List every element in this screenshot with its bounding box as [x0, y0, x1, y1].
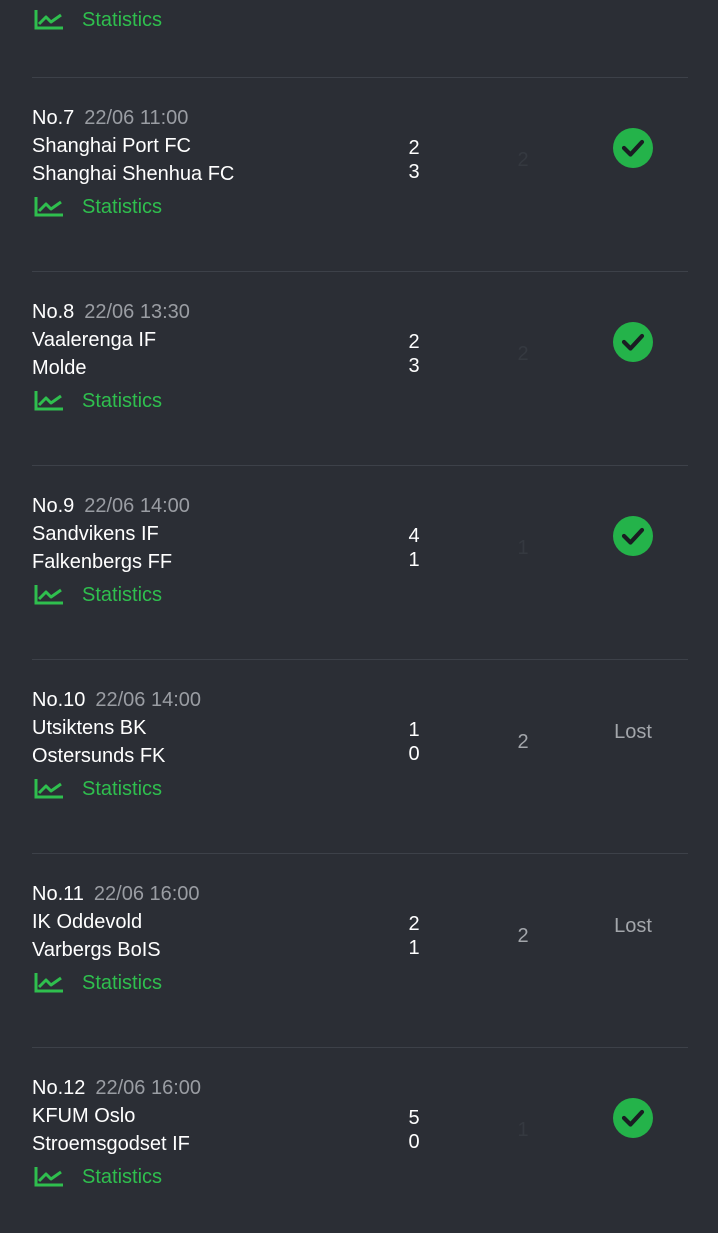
- away-team: Stroemsgodset IF: [32, 1133, 190, 1155]
- match-number: No.12: [32, 1077, 86, 1099]
- statistics-link[interactable]: Statistics: [33, 971, 162, 995]
- match-header: No.10 22/06 14:00: [32, 689, 201, 712]
- lost-label: Lost: [614, 915, 652, 937]
- chart-line-icon: [34, 1167, 63, 1187]
- home-team: Shanghai Port FC: [32, 135, 191, 157]
- statistics-label: Statistics: [82, 777, 163, 800]
- away-team: Falkenbergs FF: [32, 551, 173, 573]
- match-header: No.9 22/06 14:00: [32, 495, 190, 518]
- statistics-label: Statistics: [82, 583, 163, 606]
- statistics-link[interactable]: Statistics: [33, 195, 162, 219]
- pick-value: 2: [517, 343, 529, 365]
- away-team: Molde: [32, 357, 87, 379]
- statistics-link[interactable]: Statistics: [33, 8, 162, 32]
- result-indicator: [593, 516, 673, 556]
- match-time: 22/06 13:30: [84, 301, 190, 323]
- statistics-link[interactable]: Statistics: [33, 1165, 162, 1189]
- away-team: Ostersunds FK: [32, 745, 166, 767]
- chart-line-icon: [34, 585, 63, 605]
- result-indicator: Lost: [593, 904, 673, 944]
- home-score: 2: [408, 137, 420, 159]
- home-team: Utsiktens BK: [32, 717, 147, 739]
- statistics-link[interactable]: Statistics: [33, 389, 162, 413]
- away-score: 3: [408, 355, 420, 377]
- away-team: Shanghai Shenhua FC: [32, 163, 235, 185]
- away-team: Varbergs BoIS: [32, 939, 161, 961]
- chart-line-icon: [34, 391, 63, 411]
- result-indicator: [593, 322, 673, 362]
- match-item[interactable]: No.11 22/06 16:00 IK Oddevold Varbergs BoIS…: [0, 854, 718, 1048]
- away-score: 1: [408, 937, 420, 959]
- lost-label: Lost: [614, 721, 652, 743]
- match-item[interactable]: No.7 22/06 11:00 Shanghai Port FC Shanghai …: [0, 78, 718, 272]
- statistics-link[interactable]: Statistics: [33, 777, 162, 801]
- match-item[interactable]: No.10 22/06 14:00 Utsiktens BK Ostersunds F…: [0, 660, 718, 854]
- home-team: IK Oddevold: [32, 911, 143, 933]
- match-time: 22/06 16:00: [93, 883, 200, 905]
- match-time: 22/06 14:00: [95, 689, 202, 711]
- home-team: Vaalerenga IF: [32, 329, 157, 351]
- match-item[interactable]: No.9 22/06 14:00 Sandvikens IF Falkenbergs …: [0, 466, 718, 660]
- pick-value: 2: [517, 925, 529, 947]
- match-header: No.11 22/06 16:00: [32, 883, 200, 906]
- match-number: No.7: [32, 107, 75, 129]
- match-number: No.8: [32, 301, 75, 323]
- pick-value: 1: [517, 1119, 529, 1141]
- check-circle-icon: [613, 322, 653, 362]
- pick-value: 2: [517, 731, 529, 753]
- check-circle-icon: [613, 1098, 653, 1138]
- match-time: 22/06 11:00: [84, 107, 189, 129]
- home-team: Sandvikens IF: [32, 523, 159, 545]
- statistics-label: Statistics: [82, 195, 163, 218]
- chart-line-icon: [34, 10, 63, 30]
- match-header: No.7 22/06 11:00: [32, 107, 188, 130]
- match-number: No.11: [32, 883, 84, 905]
- away-score: 0: [408, 1131, 420, 1153]
- home-team: KFUM Oslo: [32, 1105, 136, 1127]
- match-header: No.12 22/06 16:00: [32, 1077, 201, 1100]
- statistics-link[interactable]: Statistics: [33, 583, 162, 607]
- pick-value: 1: [517, 537, 529, 559]
- statistics-label: Statistics: [82, 8, 163, 31]
- result-indicator: [593, 1098, 673, 1138]
- statistics-label: Statistics: [82, 971, 163, 994]
- match-results-list: Statistics No.7 22/06 11:00 Shanghai Port …: [0, 0, 718, 1233]
- home-score: 1: [408, 719, 420, 741]
- match-time: 22/06 16:00: [95, 1077, 202, 1099]
- home-score: 4: [408, 525, 420, 547]
- statistics-label: Statistics: [82, 389, 163, 412]
- home-score: 2: [408, 913, 420, 935]
- check-circle-icon: [613, 128, 653, 168]
- chart-line-icon: [34, 779, 63, 799]
- check-circle-icon: [613, 516, 653, 556]
- match-time: 22/06 14:00: [84, 495, 190, 517]
- match-number: No.9: [32, 495, 75, 517]
- match-header: No.8 22/06 13:30: [32, 301, 190, 324]
- statistics-label: Statistics: [82, 1165, 163, 1188]
- result-indicator: [593, 128, 673, 168]
- home-score: 5: [408, 1107, 420, 1129]
- result-indicator: Lost: [593, 710, 673, 750]
- match-number: No.10: [32, 689, 86, 711]
- match-item[interactable]: No.12 22/06 16:00 KFUM Oslo Stroemsgodset I…: [0, 1048, 718, 1233]
- chart-line-icon: [34, 973, 63, 993]
- match-item[interactable]: No.8 22/06 13:30 Vaalerenga IF Molde 2 3 2 Stat…: [0, 272, 718, 466]
- away-score: 1: [408, 549, 420, 571]
- away-score: 3: [408, 161, 420, 183]
- pick-value: 2: [517, 149, 529, 171]
- away-score: 0: [408, 743, 420, 765]
- home-score: 2: [408, 331, 420, 353]
- chart-line-icon: [34, 197, 63, 217]
